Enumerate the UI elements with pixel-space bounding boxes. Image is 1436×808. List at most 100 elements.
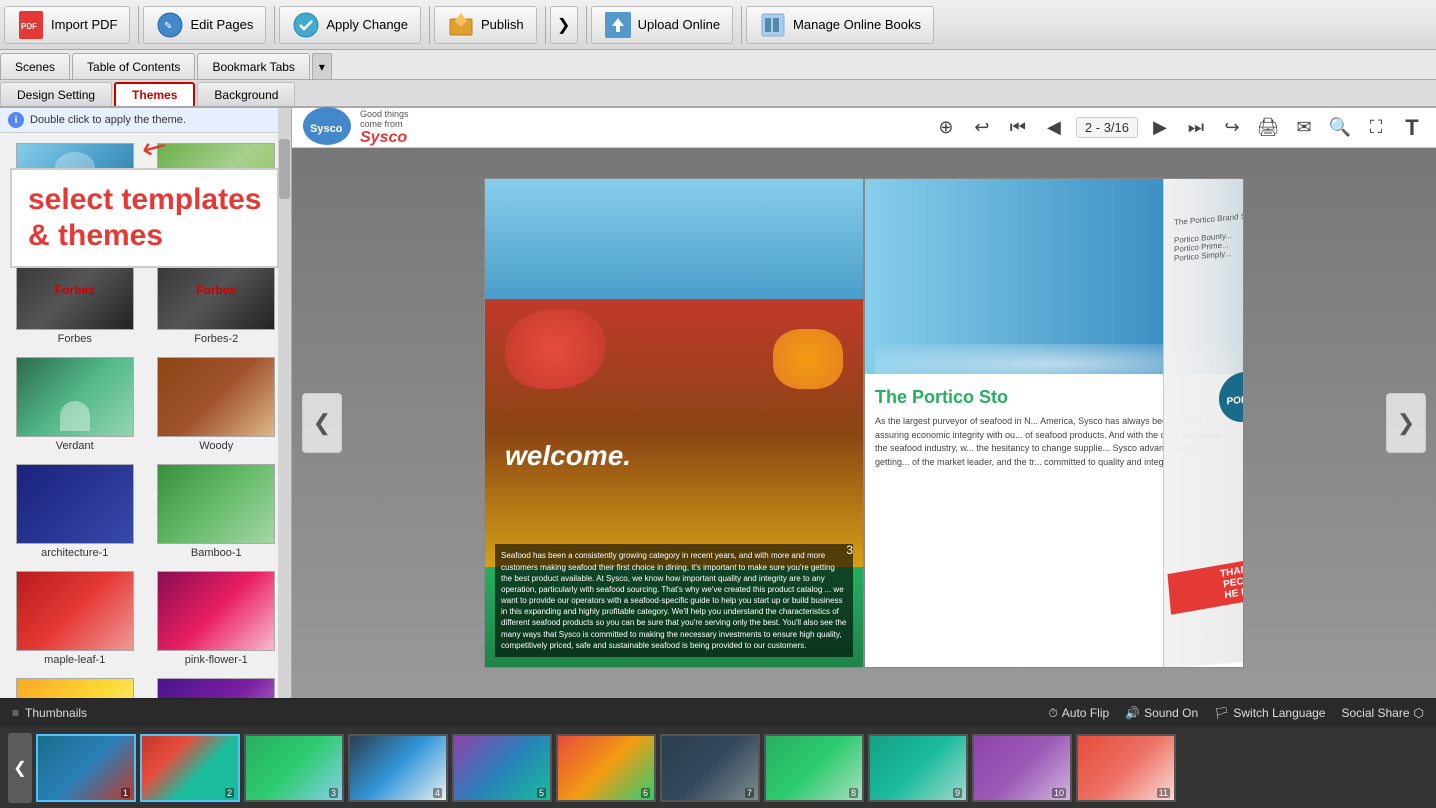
thumb-item-3[interactable]: 3: [244, 734, 344, 802]
search-button[interactable]: 🔍: [1326, 114, 1354, 142]
thumb-page-num-10: 10: [1052, 788, 1066, 798]
undo-button[interactable]: ↩: [968, 114, 996, 142]
prev-nav-arrow[interactable]: ❮: [302, 393, 342, 453]
upload-online-label: Upload Online: [638, 17, 720, 32]
thumb-header: ≡ Thumbnails ⏱ Auto Flip 🔊 Sound On 🏳 Sw…: [0, 699, 1436, 727]
zoom-in-button[interactable]: ⊕: [932, 114, 960, 142]
logo-area: Sysco Good things come from Sysco: [302, 106, 409, 149]
subtab-background[interactable]: Background: [197, 82, 295, 106]
edit-pages-button[interactable]: ✎ Edit Pages: [143, 6, 266, 44]
switchlang-label: Switch Language: [1233, 706, 1325, 720]
thumb-page-num-4: 4: [433, 788, 442, 798]
apply-change-button[interactable]: Apply Change: [279, 6, 421, 44]
theme-item-architecture1[interactable]: architecture-1: [6, 460, 144, 563]
theme-item-mapleleaf1[interactable]: maple-leaf-1: [6, 567, 144, 670]
sound-icon: 🔊: [1125, 706, 1140, 720]
viewer-header: Sysco Good things come from Sysco ⊕ ↩ ⏮ …: [292, 108, 1436, 148]
theme-item-sss[interactable]: sss: [148, 674, 286, 698]
hint-bar: i Double click to apply the theme.: [0, 108, 291, 133]
theme-label-forbes2: Forbes-2: [194, 333, 238, 345]
email-button[interactable]: ✉: [1290, 114, 1318, 142]
thumb-item-6[interactable]: 6: [556, 734, 656, 802]
sound-button[interactable]: 🔊 Sound On: [1125, 706, 1198, 720]
tab-tableofcontents[interactable]: Table of Contents: [72, 53, 195, 79]
share-icon: ⬡: [1414, 706, 1424, 720]
flip-inner: The Portico Brand Structure...Portico Bo…: [1164, 178, 1244, 668]
annotation-text: select templates& themes: [28, 182, 261, 254]
theme-thumb-pinkflower: [157, 571, 275, 651]
apply-icon: [292, 11, 320, 39]
next-nav-arrow[interactable]: ❯: [1386, 393, 1426, 453]
thumb-inner-4: [350, 736, 446, 800]
thumb-page-num-5: 5: [537, 788, 546, 798]
thumb-item-10[interactable]: 10: [972, 734, 1072, 802]
publish-button[interactable]: Publish: [434, 6, 537, 44]
logo-brand: Sysco: [360, 129, 409, 147]
thumb-prev-button[interactable]: ❮: [8, 733, 32, 803]
thumb-item-4[interactable]: 4: [348, 734, 448, 802]
thumb-header-right: ⏱ Auto Flip 🔊 Sound On 🏳 Switch Language…: [1048, 706, 1424, 721]
autoflip-button[interactable]: ⏱ Auto Flip: [1048, 706, 1109, 721]
theme-thumb-sdf: [16, 678, 134, 698]
thumb-item-5[interactable]: 5: [452, 734, 552, 802]
tab-scenes[interactable]: Scenes: [0, 53, 70, 79]
theme-label-maple: maple-leaf-1: [44, 654, 105, 666]
more-arrow-button[interactable]: ❯: [550, 6, 578, 44]
subtab-designsetting[interactable]: Design Setting: [0, 82, 112, 106]
svg-text:Sysco: Sysco: [310, 123, 343, 135]
page-food: [485, 299, 863, 567]
manage-books-button[interactable]: Manage Online Books: [746, 6, 934, 44]
thumb-page-num-6: 6: [641, 788, 650, 798]
first-page-button[interactable]: ⏮: [1004, 114, 1032, 142]
flip-text: The Portico Brand Structure...Portico Bo…: [1174, 206, 1244, 263]
theme-thumb-bamboo: [157, 464, 275, 544]
switchlang-button[interactable]: 🏳 Switch Language: [1214, 706, 1325, 720]
info-icon: i: [8, 112, 24, 128]
theme-thumb-sss: [157, 678, 275, 698]
divider-4: [545, 6, 546, 44]
import-pdf-button[interactable]: PDF Import PDF: [4, 6, 130, 44]
tabs-dropdown-button[interactable]: ▾: [312, 53, 332, 79]
thumb-item-9[interactable]: 9: [868, 734, 968, 802]
print-button[interactable]: 🖨: [1254, 114, 1282, 142]
thumb-inner-9: [870, 736, 966, 800]
svg-text:PDF: PDF: [21, 22, 37, 31]
thumb-item-11[interactable]: 11: [1076, 734, 1176, 802]
book-spread: welcome. 3 Seafood has been a consistent…: [484, 178, 1244, 668]
autoflip-icon: ⏱: [1048, 706, 1057, 721]
redo-button[interactable]: ↪: [1218, 114, 1246, 142]
theme-item-sdf[interactable]: sdf: [6, 674, 144, 698]
theme-label-pinkflower: pink-flower-1: [185, 654, 248, 666]
theme-item-woody[interactable]: Woody: [148, 353, 286, 456]
theme-thumb-maple: [16, 571, 134, 651]
subtab-themes[interactable]: Themes: [114, 82, 195, 106]
socialshare-button[interactable]: Social Share ⬡: [1341, 706, 1424, 720]
thumb-inner-8: [766, 736, 862, 800]
flip-banner: THAN 2%PECTEDHE FDA.: [1167, 548, 1244, 615]
hint-text: Double click to apply the theme.: [30, 114, 186, 126]
upload-online-button[interactable]: Upload Online: [591, 6, 733, 44]
last-page-button[interactable]: ⏭: [1182, 114, 1210, 142]
sound-label: Sound On: [1144, 706, 1198, 720]
scrollbar-thumb[interactable]: [279, 139, 290, 199]
thumb-item-1[interactable]: 1: [36, 734, 136, 802]
scrollbar[interactable]: [278, 108, 291, 698]
theme-item-pinkflower1[interactable]: pink-flower-1: [148, 567, 286, 670]
manage-books-label: Manage Online Books: [793, 17, 921, 32]
next-page-button[interactable]: ▶: [1146, 114, 1174, 142]
prev-page-button[interactable]: ◀: [1040, 114, 1068, 142]
thumb-item-2[interactable]: 2: [140, 734, 240, 802]
logo-text-block: Good things come from Sysco: [360, 109, 409, 147]
divider-1: [138, 6, 139, 44]
fullscreen-button[interactable]: ⛶: [1362, 114, 1390, 142]
theme-item-bamboo1[interactable]: Bamboo-1: [148, 460, 286, 563]
thumb-item-8[interactable]: 8: [764, 734, 864, 802]
thumb-item-7[interactable]: 7: [660, 734, 760, 802]
thumb-strip: ❮ 1 2 3 4 5 6 7 8: [0, 727, 1436, 808]
theme-item-verdant[interactable]: Verdant: [6, 353, 144, 456]
theme-label-verdant: Verdant: [56, 440, 94, 452]
text-button[interactable]: T: [1398, 114, 1426, 142]
tab-bookmarktabs[interactable]: Bookmark Tabs: [197, 53, 309, 79]
theme-label-bamboo: Bamboo-1: [191, 547, 242, 559]
page-food-item1: [505, 309, 605, 389]
